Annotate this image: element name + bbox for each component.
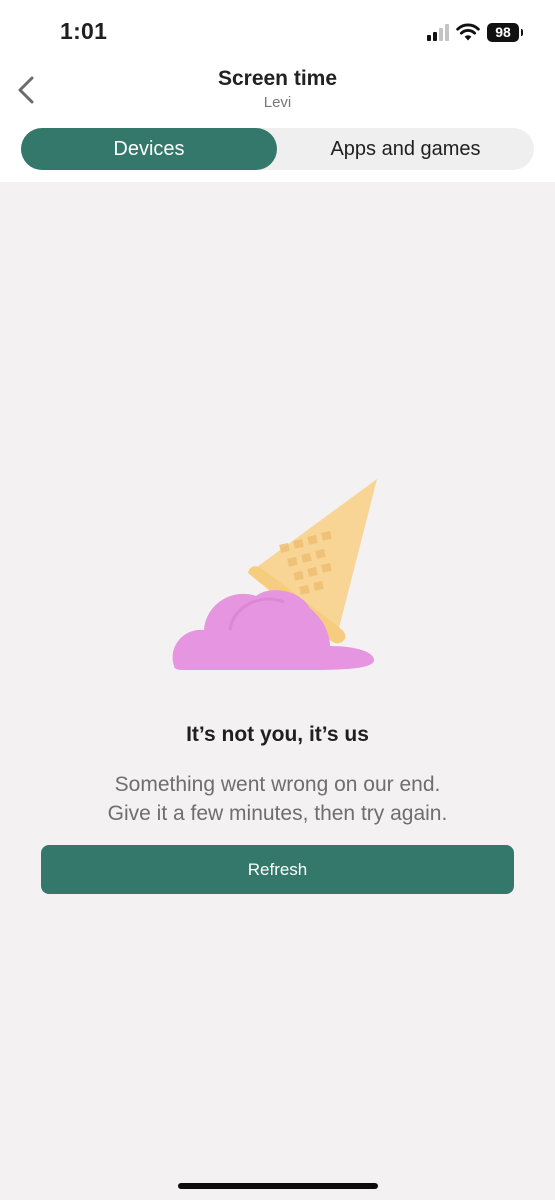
cellular-signal-icon (427, 23, 449, 41)
page-subtitle: Levi (263, 94, 292, 111)
tab-devices[interactable]: Devices (21, 128, 277, 170)
battery-indicator: 98 (487, 22, 523, 42)
status-time: 1:01 (60, 18, 108, 44)
wifi-icon (456, 23, 480, 41)
error-message: Something went wrong on our end. Give it… (0, 770, 555, 828)
segmented-control: Devices Apps and games (21, 128, 534, 170)
status-icons: 98 (427, 20, 523, 44)
error-message-line-1: Something went wrong on our end. (114, 773, 441, 796)
page-title: Screen time (217, 67, 338, 90)
error-heading: It’s not you, it’s us (186, 723, 369, 746)
dropped-ice-cream-illustration (172, 479, 377, 670)
tab-apps-and-games[interactable]: Apps and games (277, 128, 534, 170)
top-bar: 1:01 98 Screen time Levi Devices Apps an… (0, 0, 555, 182)
refresh-button[interactable]: Refresh (41, 845, 514, 894)
home-indicator (178, 1183, 378, 1189)
error-message-line-2: Give it a few minutes, then try again. (107, 802, 448, 825)
